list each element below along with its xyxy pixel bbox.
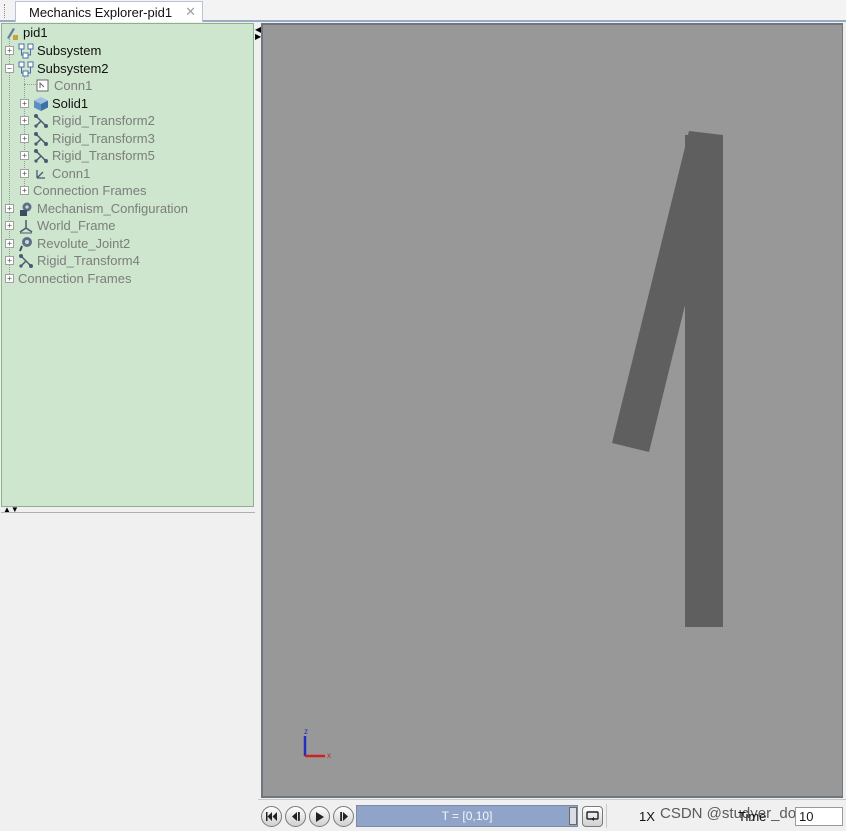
- tree-label: Rigid_Transform2: [52, 113, 155, 128]
- subsystem-icon: [18, 61, 34, 77]
- rigid-transform-icon: [33, 113, 49, 129]
- tree-node-pid1[interactable]: pid1: [4, 24, 48, 41]
- axis-z-label: z: [304, 727, 308, 736]
- frame-icon: [33, 166, 49, 182]
- expand-icon[interactable]: +: [5, 204, 14, 213]
- expand-icon[interactable]: +: [5, 239, 14, 248]
- tree-label: Subsystem2: [37, 61, 109, 76]
- tree-label: Revolute_Joint2: [37, 236, 131, 251]
- mechanism-configuration-icon: [18, 201, 34, 217]
- tab-title: Mechanics Explorer-pid1: [29, 4, 173, 20]
- play-icon: [316, 811, 324, 822]
- tree-node-rigid-transform4[interactable]: Rigid_Transform4: [18, 252, 140, 269]
- expand-icon[interactable]: +: [20, 99, 29, 108]
- tree-node-world-frame[interactable]: World_Frame: [18, 217, 116, 234]
- expand-icon[interactable]: +: [20, 134, 29, 143]
- tree-node-conn1[interactable]: Conn1: [35, 77, 92, 94]
- watermark: CSDN @studyer_domi: [660, 805, 812, 822]
- revolute-joint-icon: [18, 236, 34, 252]
- time-label: Time: [738, 809, 767, 824]
- properties-panel: [1, 513, 255, 831]
- expand-icon[interactable]: +: [20, 151, 29, 160]
- tree-node-solid1[interactable]: Solid1: [33, 95, 88, 112]
- play-button[interactable]: [309, 806, 330, 827]
- timeline-slider[interactable]: T = [0,10]: [356, 805, 578, 827]
- expand-icon[interactable]: +: [5, 274, 14, 283]
- tree-label: Solid1: [52, 96, 89, 111]
- tree-label: World_Frame: [37, 218, 116, 233]
- tree-label: Conn1: [54, 78, 93, 93]
- rigid-transform-icon: [18, 253, 34, 269]
- rewind-to-start-button[interactable]: [261, 806, 282, 827]
- playback-speed[interactable]: 1X: [639, 809, 655, 824]
- connector-icon: [35, 78, 51, 94]
- scene-canvas: z x: [303, 131, 723, 760]
- tree-node-rigid-transform5[interactable]: Rigid_Transform5: [33, 147, 155, 164]
- tree-label: Subsystem: [37, 43, 102, 58]
- tree-node-revolute-joint2[interactable]: Revolute_Joint2: [18, 235, 130, 252]
- tree-node-connection-frames[interactable]: Connection Frames: [18, 270, 131, 287]
- toolbar-separator: [606, 804, 607, 828]
- model-icon: [4, 25, 20, 41]
- tree-node-conn1-frame[interactable]: Conn1: [33, 165, 90, 182]
- tree-node-subsystem[interactable]: Subsystem: [18, 42, 101, 59]
- axis-triad-icon: z x: [303, 727, 331, 760]
- tree-label: Conn1: [52, 166, 91, 181]
- step-forward-button[interactable]: [333, 806, 354, 827]
- tree-node-connection-frames-inner[interactable]: Connection Frames: [33, 182, 146, 199]
- step-forward-icon: [339, 812, 348, 821]
- tree-label: pid1: [23, 25, 48, 40]
- tree-node-subsystem2[interactable]: Subsystem2: [18, 60, 109, 77]
- collapse-icon[interactable]: −: [5, 64, 14, 73]
- time-value-field[interactable]: 10: [795, 807, 843, 826]
- timeline-thumb[interactable]: [569, 807, 577, 825]
- tab-grip[interactable]: [4, 4, 7, 18]
- step-back-button[interactable]: [285, 806, 306, 827]
- expand-icon[interactable]: +: [20, 186, 29, 195]
- 3d-viewport[interactable]: z x: [261, 23, 843, 798]
- axis-x-label: x: [327, 751, 331, 760]
- solid-cube-icon: [33, 96, 49, 112]
- tree-label: Connection Frames: [18, 271, 132, 286]
- rigid-transform-icon: [33, 131, 49, 147]
- subsystem-icon: [18, 43, 34, 59]
- loop-icon: [586, 811, 599, 821]
- tree-node-rigid-transform3[interactable]: Rigid_Transform3: [33, 130, 155, 147]
- expand-icon[interactable]: +: [5, 221, 14, 230]
- tree-label: Rigid_Transform3: [52, 131, 155, 146]
- tree-label: Connection Frames: [33, 183, 147, 198]
- expand-icon[interactable]: +: [20, 116, 29, 125]
- tab-mechanics-explorer[interactable]: Mechanics Explorer-pid1 ✕: [15, 1, 203, 22]
- expand-icon[interactable]: +: [5, 256, 14, 265]
- step-back-icon: [291, 812, 300, 821]
- tree-label: Rigid_Transform5: [52, 148, 155, 163]
- tree-label: Rigid_Transform4: [37, 253, 140, 268]
- tree-panel: pid1 + Subsystem − Subsystem2 Conn1 + So…: [1, 23, 254, 507]
- tree-label: Mechanism_Configuration: [37, 201, 189, 216]
- tree-node-rigid-transform2[interactable]: Rigid_Transform2: [33, 112, 155, 129]
- timeline-label: T = [0,10]: [441, 809, 493, 823]
- expand-icon[interactable]: +: [20, 169, 29, 178]
- close-icon[interactable]: ✕: [185, 4, 196, 20]
- tab-bar: Mechanics Explorer-pid1 ✕: [0, 0, 846, 22]
- loop-button[interactable]: [582, 806, 603, 827]
- playback-toolbar: T = [0,10] 1X CSDN @studyer_domi Time 10: [258, 799, 846, 831]
- world-frame-icon: [18, 218, 34, 234]
- expand-icon[interactable]: +: [5, 46, 14, 55]
- rigid-transform-icon: [33, 148, 49, 164]
- tree-node-mechanism-configuration[interactable]: Mechanism_Configuration: [18, 200, 188, 217]
- rewind-icon: [266, 812, 277, 821]
